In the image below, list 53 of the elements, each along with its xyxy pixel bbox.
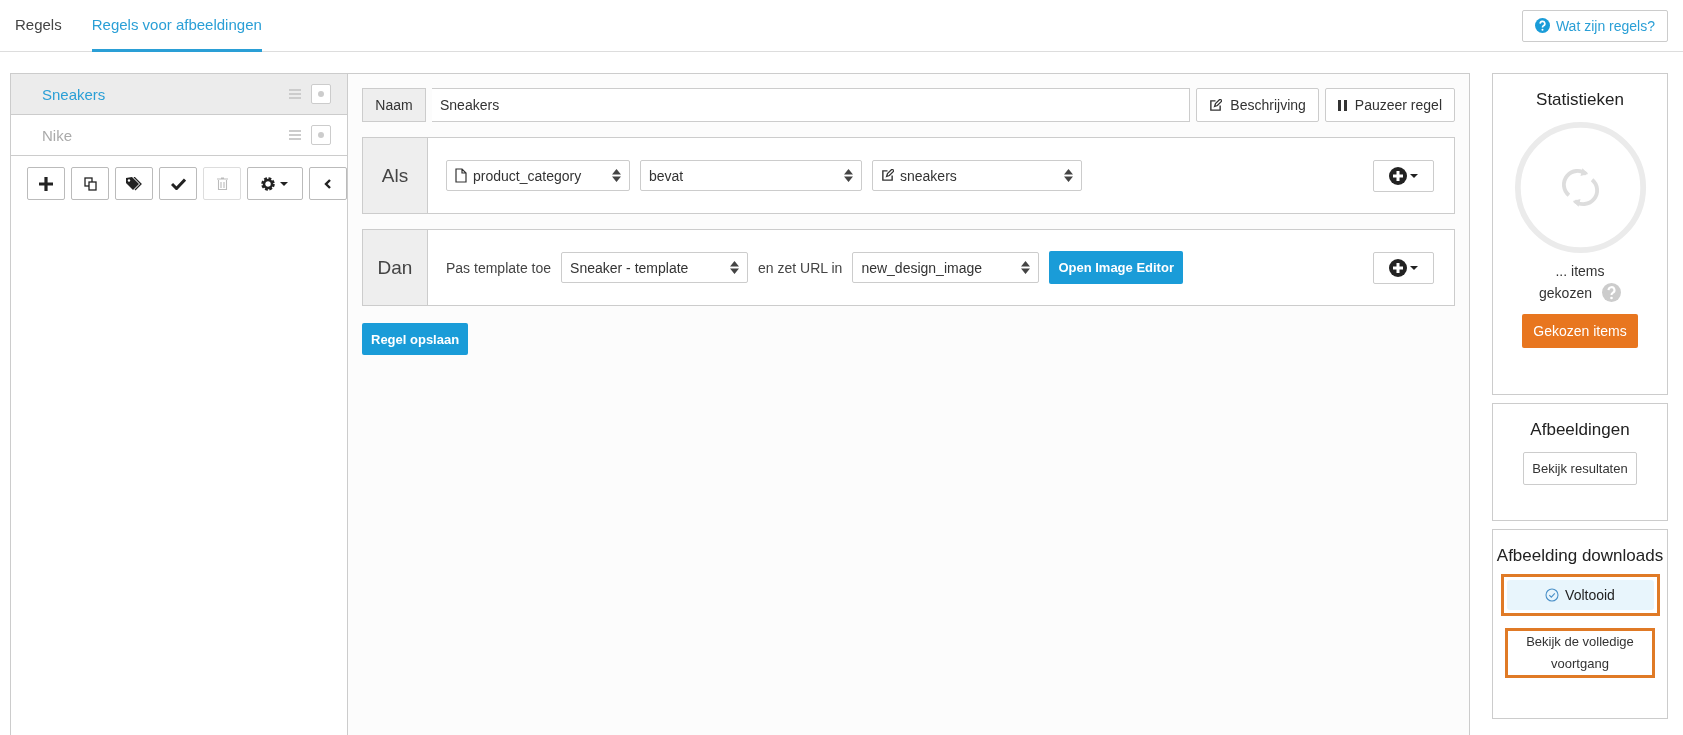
add-tool-button[interactable] (27, 167, 65, 200)
toggle-switch[interactable] (311, 84, 331, 104)
tab[interactable]: Regels (15, 0, 62, 52)
condition-label: Als (363, 138, 428, 213)
check-tool-button[interactable] (159, 167, 197, 200)
action-label: Dan (363, 230, 428, 305)
card-title: Afbeeldingen (1530, 420, 1630, 440)
tags-tool-button[interactable] (115, 167, 153, 200)
field-select[interactable]: product_category (446, 160, 630, 191)
check-icon (170, 177, 186, 190)
add-dropdown-button[interactable] (1373, 251, 1434, 284)
sort-icon (612, 169, 621, 182)
trash-icon (216, 177, 228, 190)
add-icon (1388, 165, 1419, 186)
action-text: en zet URL in (758, 259, 843, 276)
view-results-button[interactable]: Bekijk resultaten (1523, 452, 1637, 485)
name-field[interactable]: Sneakers (432, 88, 1191, 122)
pause-button[interactable]: Pauzeer regel (1324, 88, 1455, 122)
pause-icon (1337, 99, 1347, 111)
settings-icon (260, 175, 290, 192)
operator-select[interactable]: bevat (640, 160, 862, 191)
help-icon (1534, 18, 1550, 33)
check-circle-icon (1545, 588, 1560, 602)
gear-tool-button[interactable] (247, 167, 303, 200)
copy-tool-button[interactable] (71, 167, 109, 200)
value-select[interactable]: sneakers (872, 160, 1082, 191)
add-icon (39, 176, 53, 191)
toggle-switch[interactable] (311, 125, 331, 145)
sort-icon (1064, 169, 1073, 182)
items-count: ... items (1555, 263, 1605, 279)
add-icon (1388, 257, 1419, 278)
card-title: Afbeelding downloads (1496, 546, 1664, 566)
description-button[interactable]: Beschrijving (1196, 88, 1319, 122)
progress-link[interactable]: Bekijk de volledige voortgang (1505, 628, 1655, 678)
action-text: Pas template toe (446, 259, 552, 276)
copy-icon (83, 176, 97, 191)
action-select[interactable]: new_design_image (852, 252, 1040, 283)
chevron-left-icon (324, 177, 332, 190)
edit-icon (881, 169, 894, 182)
name-label: Naam (362, 88, 426, 122)
drag-handle-icon[interactable] (289, 89, 301, 99)
add-dropdown-button[interactable] (1373, 159, 1434, 192)
card-title: Statistieken (1536, 90, 1624, 110)
sort-icon (1021, 261, 1031, 274)
drag-handle-icon[interactable] (289, 130, 301, 140)
chosen-text: gekozen (1539, 284, 1592, 301)
status-badge: Voltooid (1500, 574, 1660, 616)
action-select[interactable]: Sneaker - template (561, 252, 749, 283)
sort-icon (844, 169, 853, 182)
file-icon (455, 168, 467, 183)
edit-icon (1209, 98, 1223, 112)
sort-icon (730, 261, 740, 274)
tags-icon (126, 176, 142, 191)
